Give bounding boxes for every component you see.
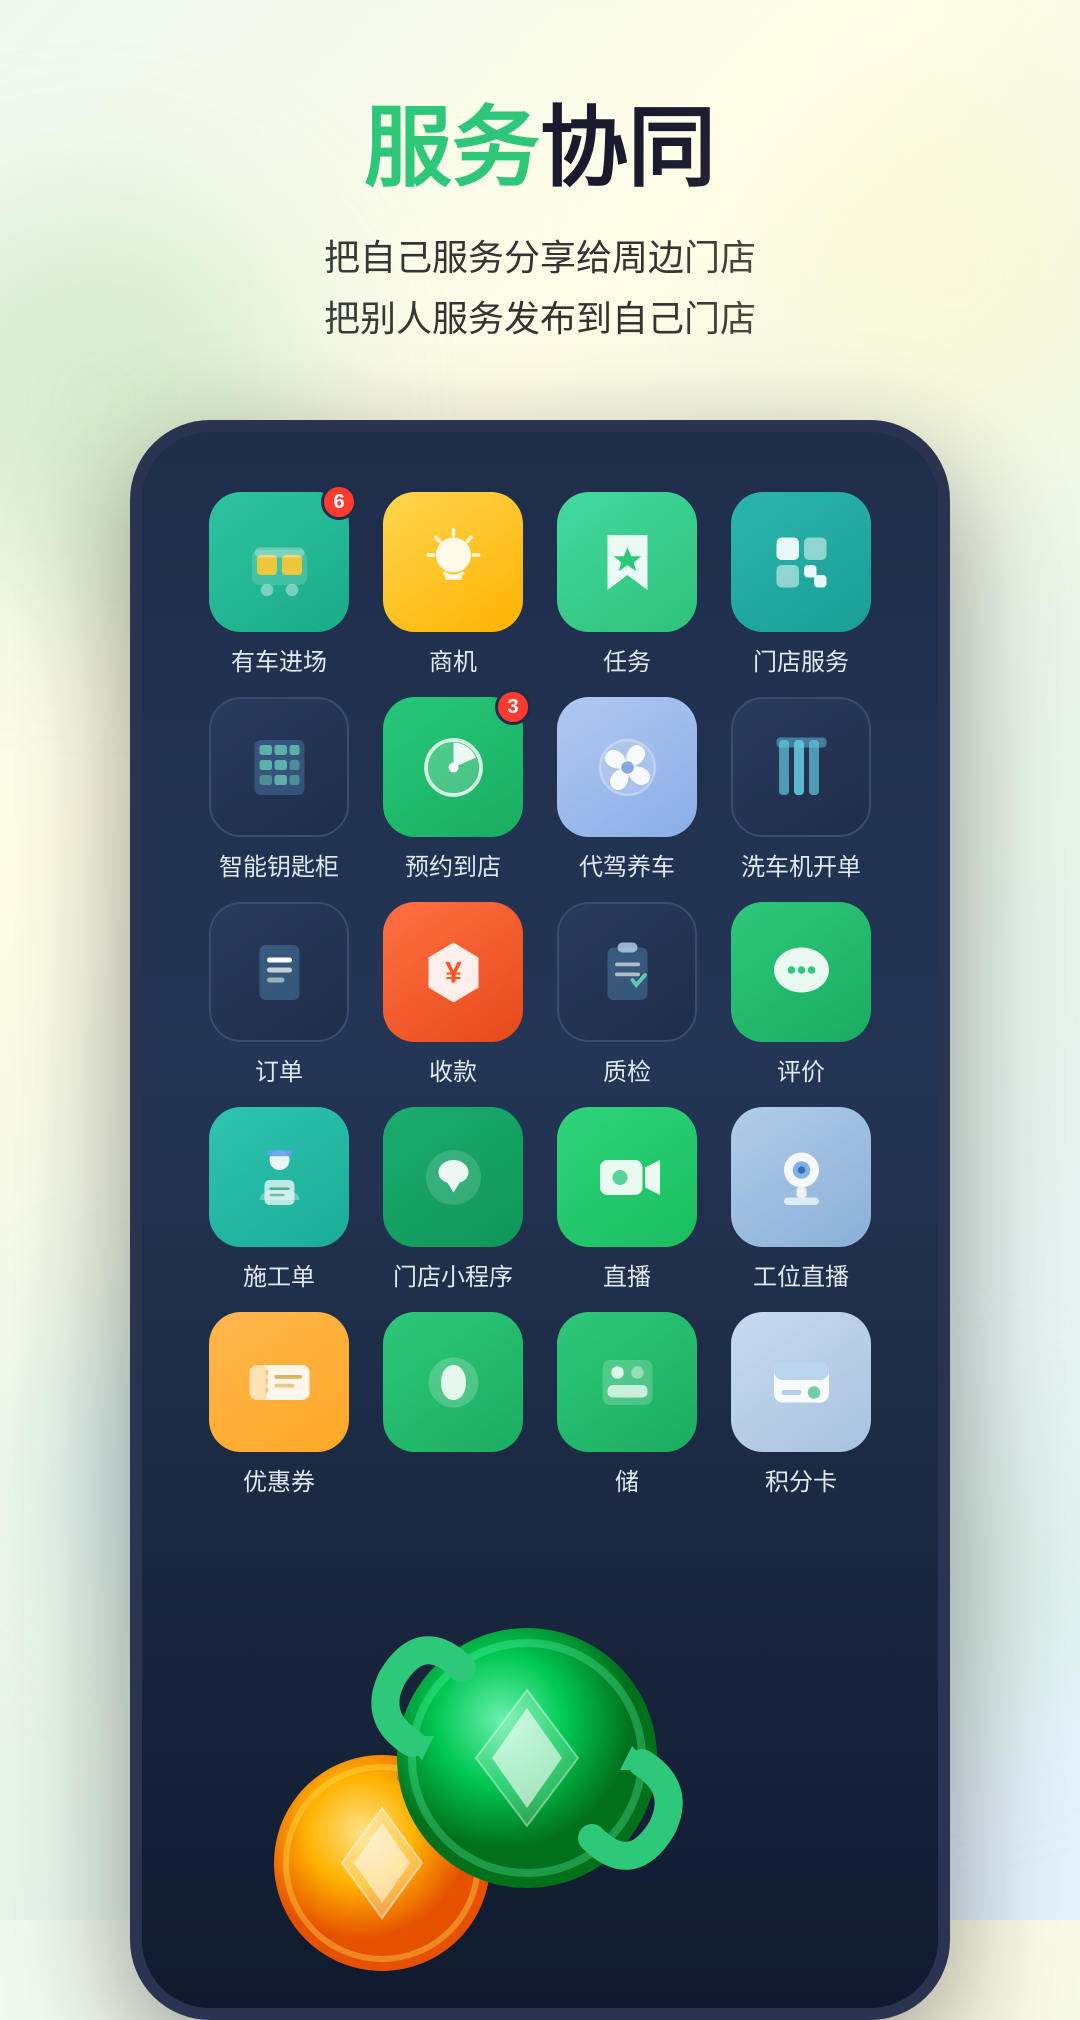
task-label: 任务 <box>603 642 651 677</box>
app-store-service[interactable]: 门店服务 <box>724 492 878 677</box>
appointment-label: 预约到店 <box>405 847 501 882</box>
storage-label: 储 <box>615 1462 639 1497</box>
wash-machine-label: 洗车机开单 <box>741 847 861 882</box>
live-icon <box>557 1107 697 1247</box>
appointment-badge: 3 <box>495 689 531 725</box>
coupon-icon <box>209 1312 349 1452</box>
review-label: 评价 <box>777 1052 825 1087</box>
app-smart-cabinet[interactable]: 智能钥匙柜 <box>202 697 356 882</box>
work-order-label: 施工单 <box>243 1257 315 1292</box>
title-dark-part: 协同 <box>540 98 716 197</box>
points-card-icon <box>731 1312 871 1452</box>
car-entry-icon: 6 <box>209 492 349 632</box>
app-green-store[interactable] <box>376 1312 530 1497</box>
app-work-order[interactable]: 施工单 <box>202 1107 356 1292</box>
live-icon-label: 直播 <box>603 1257 651 1292</box>
mini-program-label: 门店小程序 <box>393 1257 513 1292</box>
workstation-live-label: 工位直播 <box>753 1257 849 1292</box>
app-workstation-live[interactable]: 工位直播 <box>724 1107 878 1292</box>
storage-icon <box>557 1312 697 1452</box>
order-icon <box>209 902 349 1042</box>
app-valet[interactable]: 代驾养车 <box>550 697 704 882</box>
task-icon <box>557 492 697 632</box>
car-entry-label: 有车进场 <box>231 642 327 677</box>
app-mini-program[interactable]: 门店小程序 <box>376 1107 530 1292</box>
order-label: 订单 <box>255 1052 303 1087</box>
title-green-part: 服务 <box>364 98 540 197</box>
opportunity-label: 商机 <box>429 642 477 677</box>
app-points-card[interactable]: 积分卡 <box>724 1312 878 1497</box>
app-quality[interactable]: 质检 <box>550 902 704 1087</box>
quality-icon <box>557 902 697 1042</box>
app-live[interactable]: 直播 <box>550 1107 704 1292</box>
phone-btn-power <box>948 712 950 832</box>
store-service-label: 门店服务 <box>753 642 849 677</box>
review-icon <box>731 902 871 1042</box>
app-wash-machine[interactable]: 洗车机开单 <box>724 697 878 882</box>
phone-mockup: 6 有车进场 <box>130 420 950 2020</box>
green-store-icon <box>383 1312 523 1452</box>
valet-icon <box>557 697 697 837</box>
app-storage[interactable]: 储 <box>550 1312 704 1497</box>
app-appointment[interactable]: 3 预约到店 <box>376 697 530 882</box>
app-payment[interactable]: ¥ 收款 <box>376 902 530 1087</box>
coupon-label: 优惠券 <box>243 1462 315 1497</box>
valet-label: 代驾养车 <box>579 847 675 882</box>
app-coupon[interactable]: 优惠券 <box>202 1312 356 1497</box>
svg-text:¥: ¥ <box>445 956 462 989</box>
work-order-icon <box>209 1107 349 1247</box>
workstation-live-icon <box>731 1107 871 1247</box>
app-review[interactable]: 评价 <box>724 902 878 1087</box>
payment-label: 收款 <box>429 1052 477 1087</box>
mini-program-icon <box>383 1107 523 1247</box>
app-task[interactable]: 任务 <box>550 492 704 677</box>
smart-cabinet-icon <box>209 697 349 837</box>
app-grid: 6 有车进场 <box>182 472 898 1517</box>
smart-cabinet-label: 智能钥匙柜 <box>219 847 339 882</box>
opportunity-icon <box>383 492 523 632</box>
app-order[interactable]: 订单 <box>202 902 356 1087</box>
appointment-icon: 3 <box>383 697 523 837</box>
phone-btn-vol-down <box>130 752 132 832</box>
phone-frame: 6 有车进场 <box>130 420 950 2020</box>
car-entry-badge: 6 <box>321 484 357 520</box>
quality-label: 质检 <box>603 1052 651 1087</box>
points-card-label: 积分卡 <box>765 1462 837 1497</box>
app-opportunity[interactable]: 商机 <box>376 492 530 677</box>
store-service-icon <box>731 492 871 632</box>
payment-icon: ¥ <box>383 902 523 1042</box>
wash-machine-icon <box>731 697 871 837</box>
phone-btn-vol-up <box>130 632 132 712</box>
app-car-entry[interactable]: 6 有车进场 <box>202 492 356 677</box>
